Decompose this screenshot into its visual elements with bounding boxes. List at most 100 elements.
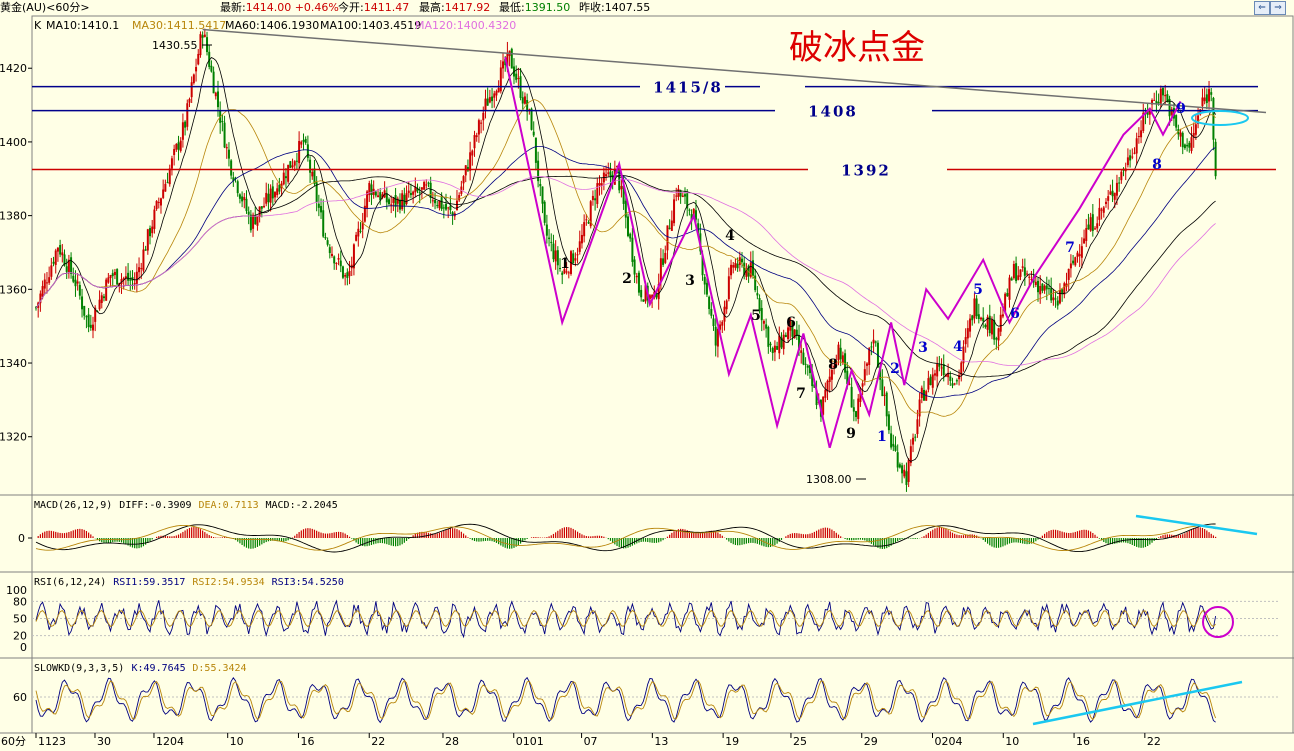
candle-body [190, 82, 193, 98]
ma-legend-item: MA120:1400.4320 [415, 19, 516, 32]
candle-body [585, 219, 588, 221]
candle-body [337, 257, 340, 260]
candle-body [598, 183, 601, 186]
candle-body [89, 324, 92, 328]
candle-body [574, 258, 577, 261]
candle-body [267, 193, 270, 203]
candle-body [756, 293, 759, 296]
candle-body [276, 188, 279, 196]
candle-body [436, 205, 439, 207]
candle-body [1214, 141, 1217, 177]
candle-body [388, 199, 391, 205]
wave-label-black: 6 [786, 315, 796, 331]
indicator-legend-item: RSI1:59.3517 [113, 577, 185, 588]
candle-body [238, 194, 241, 199]
wave-label-blue: 5 [973, 282, 983, 298]
candle-body [907, 459, 910, 482]
candle-body [885, 392, 888, 417]
candle-body [1072, 260, 1075, 264]
candle-body [705, 282, 708, 295]
candle-body [578, 241, 581, 252]
candle-body [995, 338, 998, 340]
candle-body [550, 241, 553, 243]
candle-body [1015, 263, 1018, 282]
candle-body [418, 191, 421, 193]
candle-body [186, 103, 189, 127]
y-tick-label: 1320 [0, 431, 27, 444]
candle-body [530, 108, 533, 130]
candle-body [45, 282, 48, 284]
candle-body [804, 363, 807, 365]
candle-body [861, 383, 864, 387]
candle-body [149, 228, 152, 237]
candle-body [984, 324, 987, 328]
candle-body [1067, 268, 1070, 280]
candle-body [166, 182, 169, 184]
candle-body [727, 276, 730, 300]
x-tick-label: 13 [654, 735, 668, 748]
candle-body [1074, 257, 1077, 266]
candle-body [951, 383, 954, 386]
candle-body [898, 464, 901, 468]
candle-body [708, 296, 711, 310]
highlight-ellipse [1191, 110, 1249, 126]
candle-body [284, 176, 287, 179]
candle-body [627, 216, 629, 237]
candle-body [1037, 280, 1040, 293]
candle-body [445, 203, 448, 210]
candle-body [1058, 289, 1061, 304]
candle-body [374, 191, 377, 196]
low-price-mark: 1308.00 [806, 473, 852, 486]
candle-body [894, 445, 897, 451]
candle-body [72, 275, 75, 282]
candle-body [449, 205, 452, 211]
candle-body [442, 207, 445, 209]
y-tick-label: 1400 [0, 136, 27, 149]
candle-body [83, 305, 86, 316]
candle-body [1023, 267, 1026, 276]
candle-body [81, 296, 84, 310]
candle-body [129, 279, 132, 281]
x-tick-label: 30 [97, 735, 111, 748]
wave-label-black: 2 [622, 271, 632, 287]
candle-body [164, 183, 167, 192]
wave-label-blue: 2 [890, 361, 900, 377]
candle-body [313, 168, 316, 184]
period-label[interactable]: 60分 [1, 735, 26, 749]
candle-body [107, 277, 110, 283]
candle-body [1137, 135, 1140, 137]
candle-body [969, 318, 972, 332]
candle-body [681, 195, 684, 197]
candle-body [335, 263, 338, 265]
indicator-legend-item: RSI3:54.5250 [272, 577, 344, 588]
x-tick-label: 07 [584, 735, 598, 748]
candle-body [776, 346, 779, 350]
level-label: 1392 [841, 162, 891, 180]
candle-body [302, 139, 305, 142]
candle-body [469, 152, 472, 171]
candle-body [675, 195, 678, 197]
candle-body [1080, 246, 1083, 258]
candle-body [355, 234, 358, 241]
candle-body [146, 229, 149, 251]
candle-body [212, 71, 215, 94]
candle-body [249, 214, 252, 231]
candle-body [543, 201, 546, 223]
candle-body [41, 286, 44, 297]
candle-body [214, 92, 217, 97]
candle-body [173, 148, 176, 156]
rsi-tick-label: 0 [20, 641, 27, 654]
candle-body [712, 318, 715, 327]
candle-body [784, 334, 787, 338]
candle-body [896, 452, 899, 468]
y-tick-label: 1340 [0, 357, 27, 370]
candle-body [70, 257, 73, 274]
candle-body [223, 122, 226, 148]
candle-body [289, 161, 292, 168]
candle-body [1019, 269, 1022, 277]
candle-body [477, 120, 480, 135]
candle-body [385, 193, 388, 203]
candle-body [903, 469, 906, 477]
candle-body [539, 184, 542, 187]
candle-body [905, 471, 908, 485]
